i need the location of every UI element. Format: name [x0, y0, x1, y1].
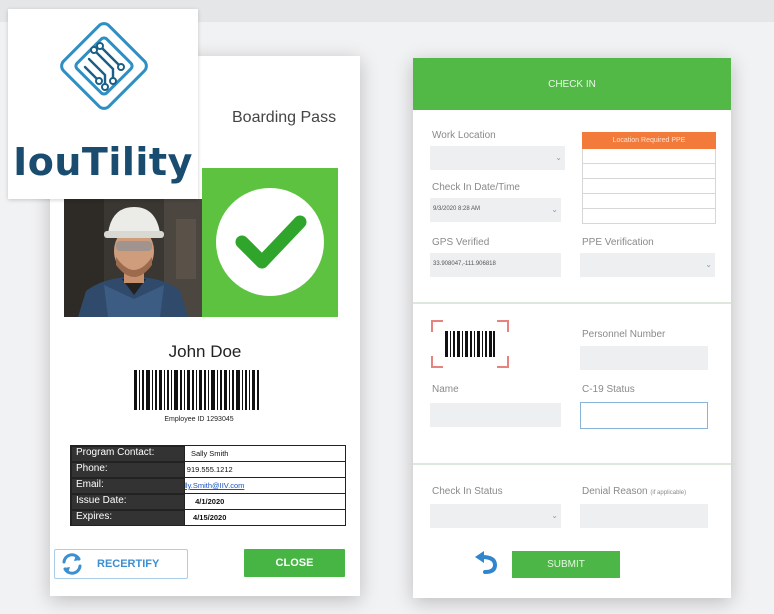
c19-status-label: C-19 Status — [582, 384, 635, 395]
checkin-status-select[interactable]: ⌄ — [430, 504, 561, 528]
personnel-number-label: Personnel Number — [582, 329, 666, 340]
scan-barcode-button[interactable] — [431, 320, 509, 368]
checkmark-icon — [216, 188, 324, 296]
recertify-label: RECERTIFY — [97, 558, 160, 570]
datetime-label: Check In Date/Time — [432, 182, 520, 193]
refresh-icon — [62, 553, 82, 575]
location-ppe-header: Location Required PPE — [582, 132, 716, 149]
back-arrow-icon[interactable] — [473, 551, 499, 575]
personnel-number-field[interactable] — [580, 346, 708, 370]
name-field[interactable] — [430, 403, 561, 427]
detail-label: Phone: — [71, 461, 185, 478]
close-button[interactable]: CLOSE — [244, 549, 345, 577]
detail-label: Issue Date: — [71, 493, 185, 510]
employee-barcode — [134, 370, 259, 410]
status-approved-panel — [202, 168, 338, 317]
gps-field: 33.908047,-111.906818 — [430, 253, 561, 277]
datetime-field[interactable]: 9/3/2020 8:28 AM ⌄ — [430, 198, 561, 222]
check-in-header: CHECK IN — [413, 58, 731, 110]
brand-name: IouTility — [13, 140, 193, 184]
chevron-down-icon: ⌄ — [705, 260, 712, 269]
ppe-list-row — [582, 194, 716, 209]
table-row: Expires: 4/15/2020 — [71, 509, 346, 526]
detail-label: Program Contact: — [71, 446, 185, 462]
boarding-pass-title: Boarding Pass — [232, 109, 337, 126]
detail-label: Expires: — [71, 509, 185, 526]
denial-reason-field[interactable] — [580, 504, 708, 528]
detail-label: Email: — [71, 477, 185, 494]
chevron-down-icon: ⌄ — [555, 153, 562, 162]
circuit-logo-icon — [60, 22, 148, 110]
ppe-list-row — [582, 149, 716, 164]
chevron-down-icon: ⌄ — [551, 205, 558, 214]
employee-photo — [64, 199, 202, 317]
checkin-status-label: Check In Status — [432, 486, 503, 497]
ppe-list-row — [582, 179, 716, 194]
work-location-label: Work Location — [432, 130, 496, 141]
submit-button[interactable]: SUBMIT — [512, 551, 620, 578]
gps-value: 33.908047,-111.906818 — [433, 261, 496, 267]
recertify-button[interactable]: RECERTIFY — [54, 549, 188, 579]
table-row: Program Contact: Sally Smith — [71, 445, 346, 462]
ppe-list-row — [582, 164, 716, 179]
table-row: Email: Sally.Smith@IIV.com — [71, 477, 346, 494]
check-in-panel: CHECK IN Work Location ⌄ Location Requir… — [413, 58, 731, 598]
barcode-scan-icon — [445, 331, 495, 357]
datetime-value: 9/3/2020 8:28 AM — [433, 206, 481, 212]
employee-name: John Doe — [168, 342, 242, 361]
table-row: Phone: 919.555.1212 — [71, 461, 346, 478]
pass-details-table: Program Contact: Sally Smith Phone: 919.… — [70, 445, 346, 526]
gps-label: GPS Verified — [432, 237, 490, 248]
c19-status-field[interactable] — [580, 402, 708, 429]
work-location-select[interactable]: ⌄ — [430, 146, 565, 170]
section-divider — [413, 463, 731, 465]
brand-logo: IouTility — [8, 9, 198, 199]
section-divider — [413, 302, 731, 304]
ppe-verification-select[interactable]: ⌄ — [580, 253, 715, 277]
chevron-down-icon: ⌄ — [551, 511, 558, 520]
employee-id: Employee ID 1293045 — [164, 416, 234, 423]
name-label: Name — [432, 384, 459, 395]
ppe-verification-label: PPE Verification — [582, 237, 654, 248]
email-link[interactable]: Sally.Smith@IIV.com — [175, 481, 244, 490]
table-row: Issue Date: 4/1/2020 — [71, 493, 346, 510]
ppe-list-row — [582, 209, 716, 224]
denial-reason-label: Denial Reason (if applicable) — [582, 486, 687, 497]
